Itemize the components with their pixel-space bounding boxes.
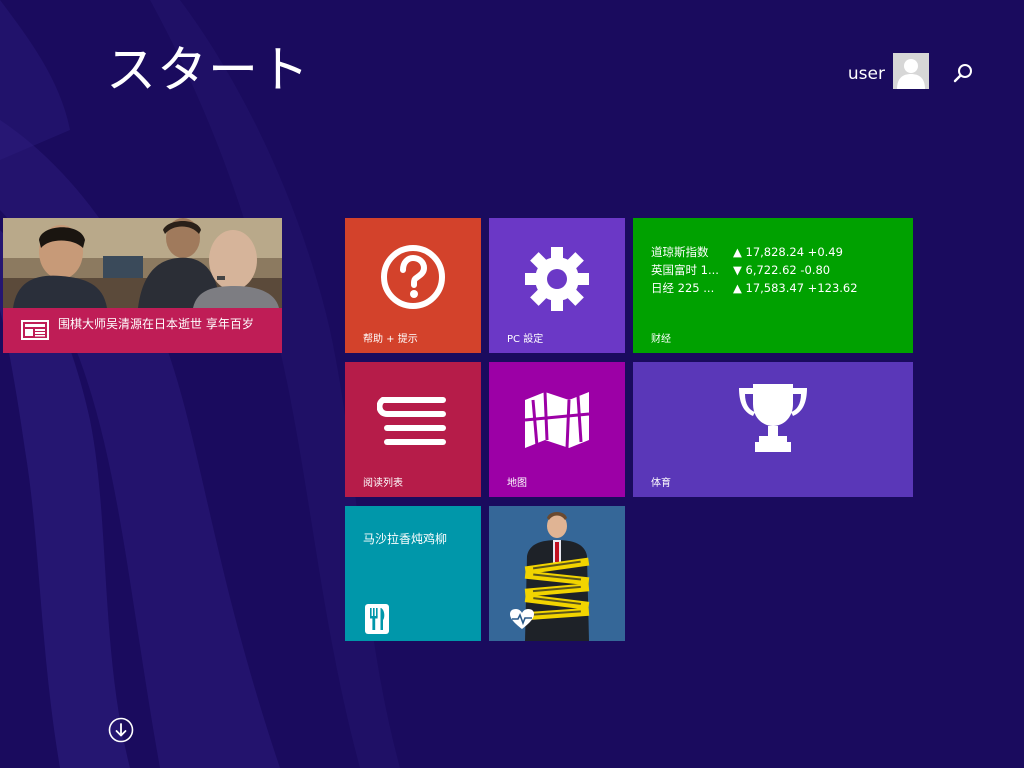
reading-list-tile-label: 阅读列表 — [363, 478, 403, 489]
stock-value: ▼ 6,722.62 -0.80 — [733, 263, 831, 277]
fork-knife-icon — [365, 604, 389, 638]
stock-value: ▲ 17,583.47 +123.62 — [733, 281, 858, 295]
stock-value: ▲ 17,828.24 +0.49 — [733, 245, 843, 259]
arrow-down-circle-icon[interactable] — [108, 717, 134, 743]
user-name[interactable]: user — [848, 64, 885, 84]
gear-icon — [523, 245, 591, 317]
sports-tile-label: 体育 — [651, 478, 671, 489]
news-tile[interactable]: 围棋大师吴清源在日本逝世 享年百岁 — [3, 218, 282, 353]
page-title: スタート — [106, 41, 310, 99]
stock-name: 道琼斯指数 — [651, 245, 709, 259]
reading-list-tile[interactable]: 阅读列表 — [345, 362, 481, 497]
user-account[interactable]: user — [820, 52, 940, 90]
search-icon[interactable] — [952, 62, 974, 84]
news-caption: 围棋大师吴清源在日本逝世 享年百岁 — [58, 317, 254, 331]
stock-name: 日经 225 ... — [651, 281, 715, 295]
maps-tile[interactable]: 地图 — [489, 362, 625, 497]
user-avatar-icon[interactable] — [893, 53, 929, 89]
pc-settings-tile[interactable]: PC 設定 — [489, 218, 625, 353]
pc-settings-tile-label: PC 設定 — [507, 334, 544, 345]
trophy-icon — [735, 382, 811, 458]
health-tile[interactable] — [489, 506, 625, 641]
food-tile[interactable]: 马沙拉香炖鸡柳 — [345, 506, 481, 641]
recipe-title: 马沙拉香炖鸡柳 — [363, 532, 448, 546]
question-mark-icon — [380, 244, 446, 314]
newspaper-icon — [21, 320, 49, 344]
help-tile[interactable]: 帮助 + 提示 — [345, 218, 481, 353]
finance-tile-label: 财经 — [651, 334, 671, 345]
heart-pulse-icon — [509, 608, 535, 634]
stock-name: 英国富时 1... — [651, 263, 719, 277]
finance-tile[interactable]: 道琼斯指数 ▲ 17,828.24 +0.49 英国富时 1... ▼ 6,72… — [633, 218, 913, 353]
sports-tile[interactable]: 体育 — [633, 362, 913, 497]
help-tile-label: 帮助 + 提示 — [363, 334, 418, 345]
news-photo — [3, 218, 282, 308]
map-icon — [523, 390, 591, 454]
maps-tile-label: 地图 — [507, 478, 527, 489]
reading-list-icon — [376, 394, 449, 450]
start-screen: スタート user 围棋大师吴清源在日本逝世 享年百岁 帮助 + 提示 PC 設… — [0, 0, 1024, 768]
